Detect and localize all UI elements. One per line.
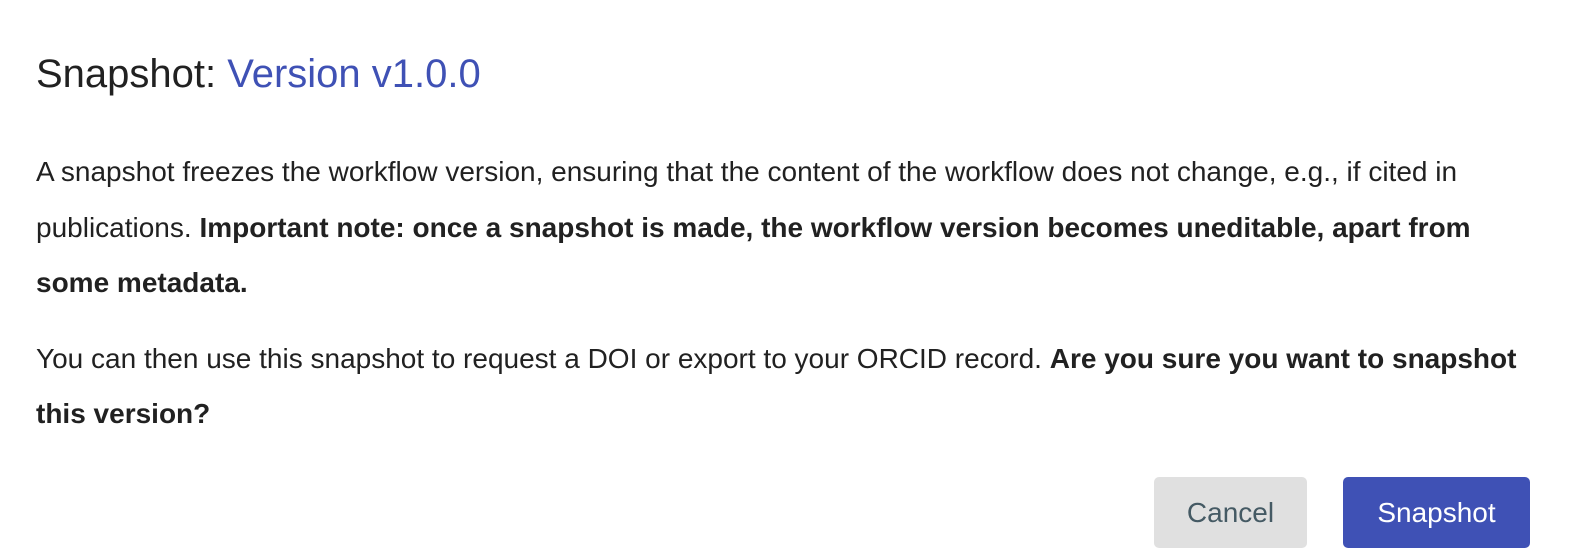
description-paragraph: A snapshot freezes the workflow version,… bbox=[36, 144, 1536, 311]
dialog-actions: Cancel Snapshot bbox=[1154, 477, 1530, 548]
important-note: Important note: once a snapshot is made,… bbox=[36, 211, 1471, 299]
confirmation-paragraph: You can then use this snapshot to reques… bbox=[36, 331, 1536, 442]
dialog-content: A snapshot freezes the workflow version,… bbox=[36, 144, 1536, 442]
version-name: Version v1.0.0 bbox=[227, 52, 481, 96]
doi-orcid-text: You can then use this snapshot to reques… bbox=[36, 342, 1050, 374]
dialog-title: Snapshot: Version v1.0.0 bbox=[36, 46, 481, 102]
snapshot-button[interactable]: Snapshot bbox=[1343, 477, 1530, 548]
snapshot-dialog: Snapshot: Version v1.0.0 A snapshot free… bbox=[0, 0, 1578, 560]
dialog-title-prefix: Snapshot: bbox=[36, 52, 228, 96]
cancel-button[interactable]: Cancel bbox=[1154, 477, 1307, 548]
